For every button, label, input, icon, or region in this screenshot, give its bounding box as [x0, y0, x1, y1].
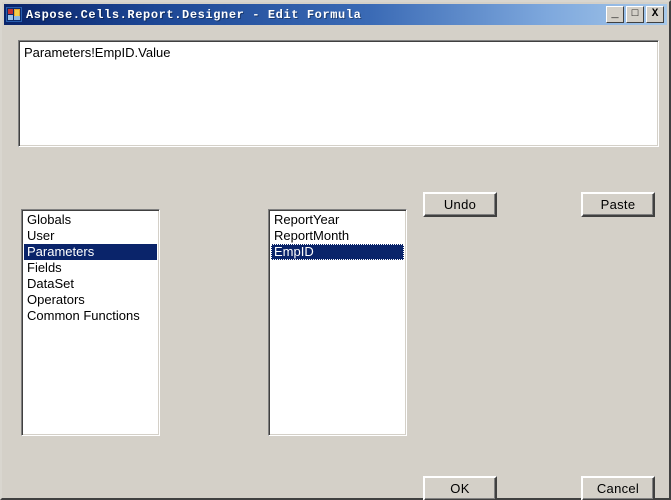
- formula-text: Parameters!EmpID.Value: [24, 45, 171, 60]
- category-item[interactable]: User: [24, 228, 157, 244]
- category-item-label: Common Functions: [27, 308, 140, 323]
- cancel-button-label: Cancel: [596, 481, 640, 496]
- app-grid-icon: [6, 7, 22, 22]
- item-item-label: EmpID: [274, 244, 314, 259]
- category-item-label: Operators: [27, 292, 85, 307]
- category-item[interactable]: Parameters: [24, 244, 157, 260]
- undo-button[interactable]: Undo: [423, 192, 497, 217]
- formula-input[interactable]: Parameters!EmpID.Value: [18, 40, 659, 147]
- item-item[interactable]: EmpID: [271, 244, 404, 260]
- close-button[interactable]: X: [646, 6, 664, 23]
- paste-button[interactable]: Paste: [581, 192, 655, 217]
- item-item-label: ReportMonth: [274, 228, 350, 243]
- category-item[interactable]: Common Functions: [24, 308, 157, 324]
- item-listbox[interactable]: ReportYear ReportMonth EmpID: [268, 209, 407, 436]
- minimize-button[interactable]: _: [606, 6, 624, 23]
- category-item-label: Fields: [27, 260, 62, 275]
- maximize-icon: □: [631, 8, 639, 20]
- category-listbox[interactable]: Globals User Parameters Fields DataSet Operat…: [21, 209, 160, 436]
- category-list-items[interactable]: Globals User Parameters Fields DataSet Operat…: [24, 212, 157, 433]
- paste-button-label: Paste: [600, 197, 636, 212]
- item-list-items[interactable]: ReportYear ReportMonth EmpID: [271, 212, 404, 433]
- category-item-label: Parameters: [27, 244, 95, 259]
- minimize-icon: _: [611, 7, 619, 21]
- category-item[interactable]: Globals: [24, 212, 157, 228]
- window-titlebar[interactable]: Aspose.Cells.Report.Designer - Edit Form…: [4, 4, 667, 25]
- category-item-label: User: [27, 228, 55, 243]
- item-item[interactable]: ReportMonth: [271, 228, 404, 244]
- ok-button-label: OK: [450, 481, 470, 496]
- edit-formula-window: Aspose.Cells.Report.Designer - Edit Form…: [0, 0, 671, 500]
- category-item[interactable]: Operators: [24, 292, 157, 308]
- item-item-label: ReportYear: [274, 212, 340, 227]
- undo-button-label: Undo: [443, 197, 477, 212]
- ok-button[interactable]: OK: [423, 476, 497, 500]
- window-controls: _ □ X: [606, 6, 667, 23]
- category-item[interactable]: DataSet: [24, 276, 157, 292]
- category-item-label: DataSet: [27, 276, 74, 291]
- close-icon: X: [651, 8, 659, 20]
- app-root: Aspose.Cells.Report.Designer - Edit Form…: [0, 0, 671, 500]
- cancel-button[interactable]: Cancel: [581, 476, 655, 500]
- dialog-client-area: Parameters!EmpID.Value Undo Paste Global…: [4, 25, 667, 500]
- maximize-button[interactable]: □: [626, 6, 644, 23]
- category-item-label: Globals: [27, 212, 72, 227]
- category-item[interactable]: Fields: [24, 260, 157, 276]
- window-title: Aspose.Cells.Report.Designer - Edit Form…: [26, 7, 362, 22]
- item-item[interactable]: ReportYear: [271, 212, 404, 228]
